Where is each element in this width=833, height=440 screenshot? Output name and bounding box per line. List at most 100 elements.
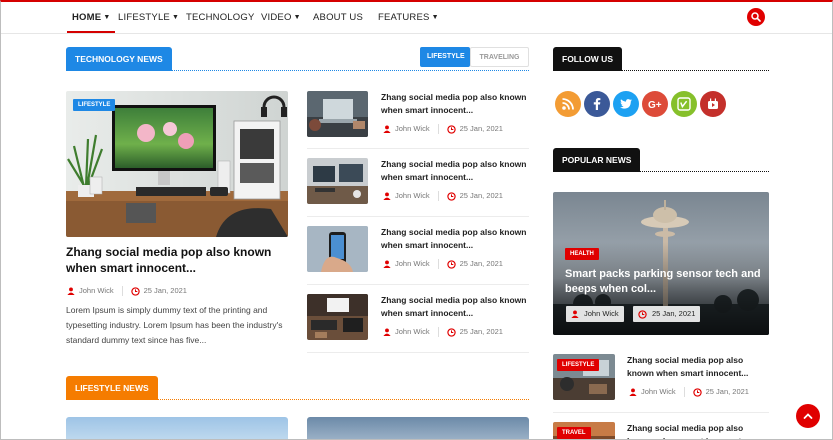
section-title: POPULAR NEWS — [553, 148, 641, 172]
category-badge[interactable]: HEALTH — [565, 248, 599, 260]
article-meta: John Wick 25 Jan, 2021 — [383, 326, 503, 338]
section-title: LIFESTYLE NEWS — [66, 376, 158, 400]
workspace-photo — [307, 294, 368, 340]
lifestyle-article-image[interactable] — [66, 417, 288, 439]
search-button[interactable] — [747, 8, 765, 26]
author-chip[interactable]: John Wick — [566, 306, 624, 322]
meta-divider — [437, 327, 439, 338]
user-icon — [67, 287, 75, 296]
facebook-button[interactable] — [584, 91, 610, 117]
twitter-button[interactable] — [613, 91, 639, 117]
article-title[interactable]: Zhang social media pop also known when s… — [381, 91, 531, 117]
article-meta: John Wick 25 Jan, 2021 — [383, 258, 503, 270]
laptop-desk-photo — [307, 91, 368, 137]
desk-setup-illustration — [66, 91, 288, 237]
nav-about-us[interactable]: ABOUT US — [313, 2, 363, 33]
user-icon — [383, 125, 391, 134]
user-icon — [629, 388, 637, 397]
nav-features[interactable]: FEATURES ▼ — [378, 2, 439, 33]
publish-date: 25 Jan, 2021 — [459, 327, 503, 336]
nav-lifestyle-label: LIFESTYLE — [118, 12, 170, 23]
vimeo-button[interactable] — [671, 91, 697, 117]
author-name[interactable]: John Wick — [79, 286, 114, 295]
chevron-down-icon: ▼ — [431, 14, 439, 21]
nav-features-label: FEATURES — [378, 12, 430, 23]
publish-date: 25 Jan, 2021 — [459, 259, 503, 268]
nav-lifestyle[interactable]: LIFESTYLE ▼ — [118, 2, 179, 33]
article-thumbnail[interactable] — [307, 226, 368, 272]
publish-date: 25 Jan, 2021 — [459, 124, 503, 133]
nav-technology[interactable]: TECHNOLOGY — [186, 2, 255, 33]
featured-article-excerpt: Lorem Ipsum is simply dummy text of the … — [66, 305, 283, 345]
chevron-up-icon — [803, 413, 813, 419]
follow-us-header: FOLLOW US — [553, 47, 769, 71]
article-title[interactable]: Zhang social media pop also known when s… — [381, 226, 531, 252]
clock-icon — [446, 191, 456, 201]
clock-icon — [692, 387, 702, 397]
article-title[interactable]: Zhang social media pop also known when s… — [381, 158, 531, 184]
chevron-down-icon: ▼ — [171, 14, 180, 21]
nav-video[interactable]: VIDEO ▼ — [261, 2, 301, 33]
chevron-down-icon: ▼ — [103, 14, 111, 21]
author-name[interactable]: John Wick — [395, 191, 430, 200]
section-divider — [66, 399, 529, 400]
nav-about-label: ABOUT US — [313, 12, 363, 23]
author-name[interactable]: John Wick — [641, 387, 676, 396]
main-navigation: HOME ▼ LIFESTYLE ▼ TECHNOLOGY VIDEO ▼ ABOUT… — [1, 2, 832, 34]
article-thumbnail[interactable] — [307, 294, 368, 340]
section-title: TECHNOLOGY NEWS — [66, 47, 172, 71]
category-badge[interactable]: LIFESTYLE — [557, 359, 600, 371]
category-badge[interactable]: TRAVEL — [557, 427, 591, 439]
meta-divider — [683, 387, 685, 398]
list-divider — [553, 412, 769, 413]
article-meta: John Wick 25 Jan, 2021 — [383, 190, 503, 202]
nav-technology-label: TECHNOLOGY — [186, 12, 255, 23]
section-divider — [553, 171, 769, 172]
category-badge[interactable]: LIFESTYLE — [73, 99, 116, 111]
rss-button[interactable] — [555, 91, 581, 117]
publish-date: 25 Jan, 2021 — [459, 191, 503, 200]
lifestyle-news-header: LIFESTYLE NEWS — [66, 376, 529, 400]
scroll-to-top-button[interactable] — [796, 404, 820, 428]
youtube-button[interactable] — [700, 91, 726, 117]
list-divider — [307, 148, 529, 149]
featured-article-image[interactable]: LIFESTYLE — [66, 91, 288, 237]
author-name[interactable]: John Wick — [395, 124, 430, 133]
user-icon — [571, 310, 579, 319]
popular-featured-title[interactable]: Smart packs parking sensor tech and beep… — [565, 267, 765, 297]
nav-home-label: HOME — [72, 12, 102, 23]
meta-divider — [121, 286, 123, 297]
popular-article-title[interactable]: Zhang social media pop also known when s… — [627, 354, 767, 380]
publish-date: 25 Jan, 2021 — [705, 387, 749, 396]
tab-traveling[interactable]: TRAVELING — [470, 47, 529, 67]
author-name[interactable]: John Wick — [395, 259, 430, 268]
page: HOME ▼ LIFESTYLE ▼ TECHNOLOGY VIDEO ▼ ABOUT… — [0, 0, 833, 440]
article-meta: John Wick 25 Jan, 2021 — [383, 123, 503, 135]
phone-in-hand-photo — [307, 226, 368, 272]
facebook-icon — [593, 98, 601, 110]
twitter-icon — [620, 99, 632, 109]
article-thumbnail[interactable] — [307, 158, 368, 204]
tab-lifestyle[interactable]: LIFESTYLE — [420, 47, 470, 67]
popular-article-meta: John Wick 25 Jan, 2021 — [629, 386, 749, 398]
clock-icon — [638, 309, 647, 319]
google-plus-button[interactable]: G+ — [642, 91, 668, 117]
clock-icon — [446, 259, 456, 269]
popular-article-title[interactable]: Zhang social media pop also known when s… — [627, 422, 767, 439]
author-name[interactable]: John Wick — [395, 327, 430, 336]
article-thumbnail[interactable] — [307, 91, 368, 137]
article-title[interactable]: Zhang social media pop also known when s… — [381, 294, 531, 320]
google-plus-icon: G+ — [648, 100, 662, 111]
lifestyle-article-image[interactable] — [307, 417, 529, 439]
list-divider — [307, 216, 529, 217]
popular-article-thumbnail[interactable]: LIFESTYLE — [553, 354, 615, 400]
vimeo-icon — [677, 97, 691, 111]
section-divider — [66, 70, 529, 71]
featured-article-title[interactable]: Zhang social media pop also known when s… — [66, 244, 296, 276]
featured-article-meta: John Wick 25 Jan, 2021 — [67, 285, 187, 297]
section-title: FOLLOW US — [553, 47, 622, 71]
user-icon — [383, 328, 391, 337]
popular-article-thumbnail[interactable]: TRAVEL — [553, 422, 615, 439]
nav-home[interactable]: HOME ▼ — [67, 2, 116, 33]
office-desk-photo — [307, 158, 368, 204]
